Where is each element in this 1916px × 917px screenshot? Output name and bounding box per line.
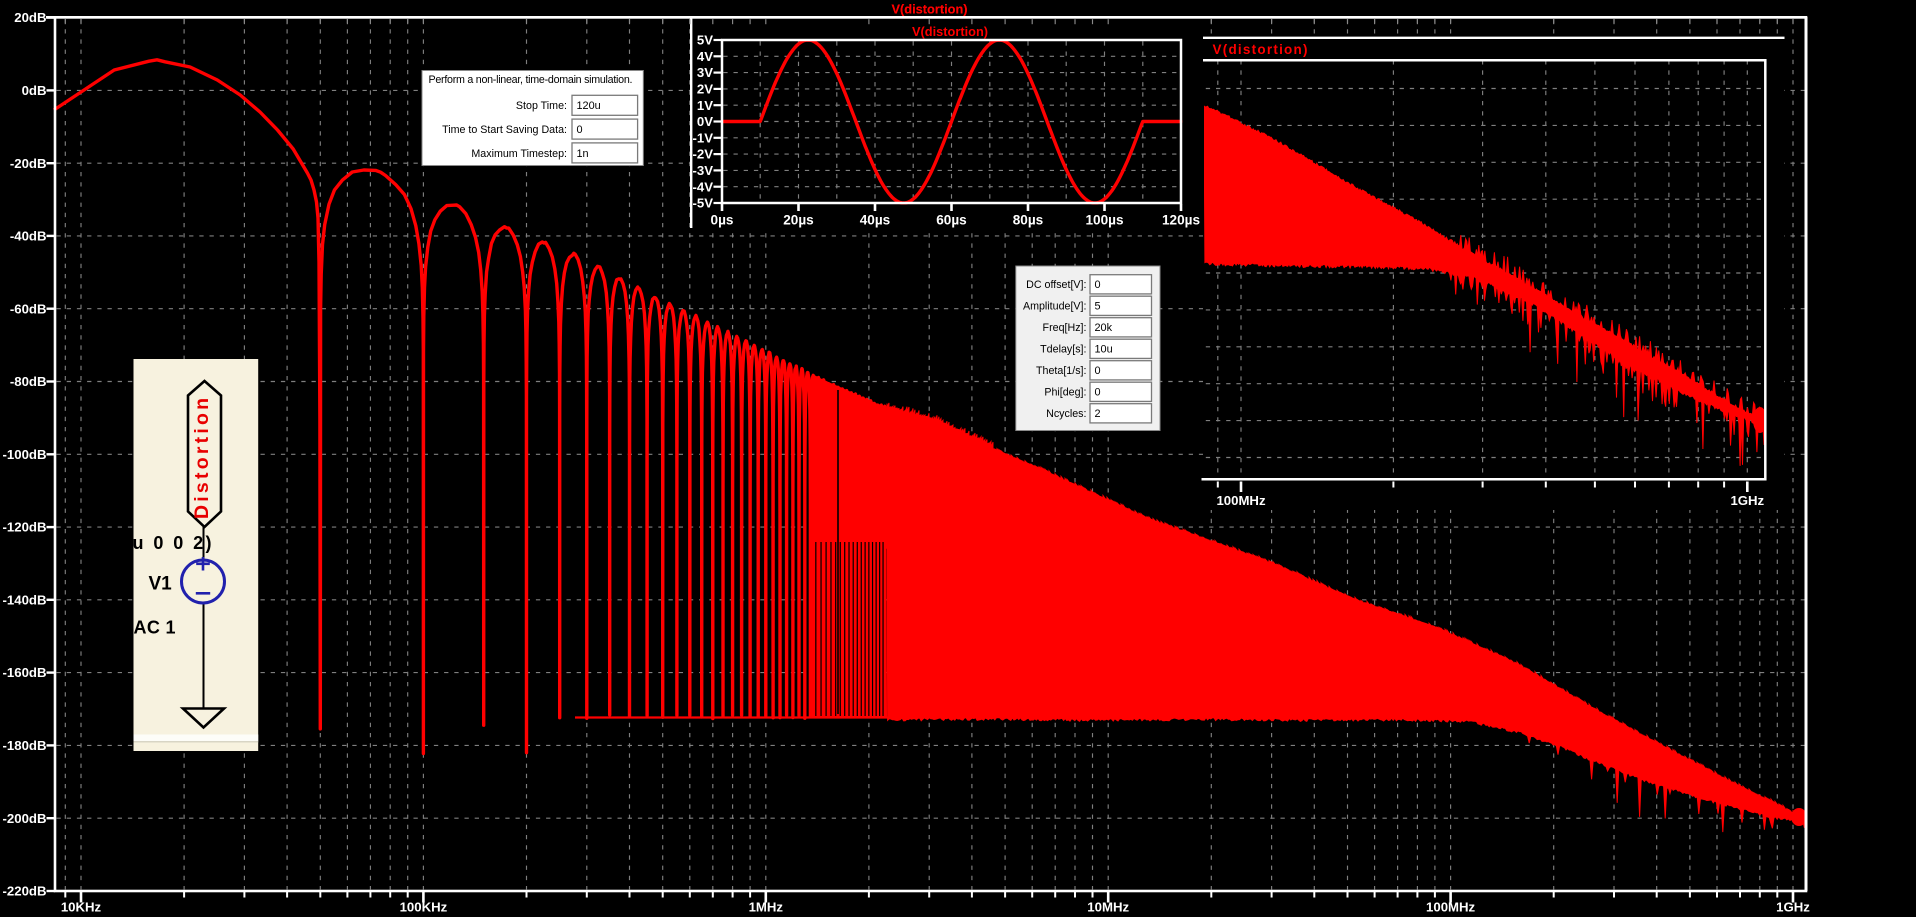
svg-text:0: 0 — [1095, 279, 1101, 291]
svg-text:-120dB: -120dB — [3, 520, 47, 535]
svg-text:1V: 1V — [697, 98, 713, 113]
svg-text:-20dB: -20dB — [10, 156, 47, 171]
svg-text:Perform a non-linear, time-dom: Perform a non-linear, time-domain simula… — [429, 74, 633, 86]
svg-text:5: 5 — [1095, 301, 1101, 313]
svg-text:Distortion: Distortion — [191, 398, 213, 519]
svg-text:-2V: -2V — [692, 147, 713, 162]
svg-text:-80dB: -80dB — [10, 374, 47, 389]
svg-text:20dB: 20dB — [14, 10, 46, 25]
svg-text:-160dB: -160dB — [3, 665, 47, 680]
svg-text:-3V: -3V — [692, 163, 713, 178]
svg-text:10MHz: 10MHz — [1087, 900, 1129, 915]
svg-text:Maximum Timestep:: Maximum Timestep: — [471, 148, 567, 160]
svg-text:100MHz: 100MHz — [1216, 493, 1266, 508]
svg-text:80µs: 80µs — [1013, 213, 1044, 228]
svg-text:1GHz: 1GHz — [1730, 493, 1764, 508]
svg-text:V(distortion): V(distortion) — [1213, 42, 1308, 57]
svg-text:Time to Start Saving Data:: Time to Start Saving Data: — [442, 124, 567, 136]
svg-text:3V: 3V — [697, 65, 713, 80]
svg-text:-140dB: -140dB — [3, 592, 47, 607]
svg-text:0µs: 0µs — [711, 213, 734, 228]
svg-text:V(distortion): V(distortion) — [891, 2, 967, 17]
svg-text:Ncycles:: Ncycles: — [1046, 408, 1086, 420]
svg-text:Amplitude[V]:: Amplitude[V]: — [1023, 301, 1087, 313]
svg-text:AC 1: AC 1 — [134, 618, 176, 638]
svg-text:120µs: 120µs — [1162, 213, 1200, 228]
svg-text:100µs: 100µs — [1085, 213, 1123, 228]
svg-text:-180dB: -180dB — [3, 738, 47, 753]
svg-text:2: 2 — [1095, 408, 1101, 420]
svg-text:0: 0 — [1095, 365, 1101, 377]
svg-text:-4V: -4V — [692, 179, 713, 194]
svg-text:-40dB: -40dB — [10, 229, 47, 244]
svg-text:1MHz: 1MHz — [749, 900, 784, 915]
svg-text:0: 0 — [577, 124, 583, 136]
svg-text:0dB: 0dB — [22, 83, 47, 98]
svg-text:5V: 5V — [697, 33, 713, 48]
svg-text:10u: 10u — [1095, 344, 1113, 356]
svg-text:0V: 0V — [697, 114, 713, 129]
svg-text:20k: 20k — [1095, 322, 1113, 334]
svg-text:-200dB: -200dB — [3, 811, 47, 826]
svg-text:DC offset[V]:: DC offset[V]: — [1026, 279, 1086, 291]
svg-text:V(distortion): V(distortion) — [912, 24, 988, 39]
svg-text:40µs: 40µs — [860, 213, 891, 228]
svg-text:V1: V1 — [149, 574, 173, 595]
svg-text:-60dB: -60dB — [10, 301, 47, 316]
svg-text:Stop Time:: Stop Time: — [516, 100, 567, 112]
svg-text:1n: 1n — [577, 148, 589, 160]
svg-text:2V: 2V — [697, 82, 713, 97]
svg-text:-5V: -5V — [692, 196, 713, 211]
svg-text:1GHz: 1GHz — [1776, 900, 1810, 915]
svg-text:120u: 120u — [577, 100, 601, 112]
svg-text:-220dB: -220dB — [3, 884, 47, 899]
svg-text:10KHz: 10KHz — [61, 900, 102, 915]
svg-text:100MHz: 100MHz — [1426, 900, 1476, 915]
svg-text:-100dB: -100dB — [3, 447, 47, 462]
svg-text:4V: 4V — [697, 49, 713, 64]
svg-text:-1V: -1V — [692, 130, 713, 145]
svg-text:100KHz: 100KHz — [400, 900, 448, 915]
svg-text:Phi[deg]:: Phi[deg]: — [1044, 387, 1086, 399]
svg-text:0: 0 — [1095, 387, 1101, 399]
svg-text:60µs: 60µs — [936, 213, 967, 228]
svg-text:Tdelay[s]:: Tdelay[s]: — [1040, 344, 1086, 356]
svg-text:Theta[1/s]:: Theta[1/s]: — [1036, 365, 1087, 377]
svg-text:Freq[Hz]:: Freq[Hz]: — [1043, 322, 1087, 334]
svg-text:20µs: 20µs — [783, 213, 814, 228]
